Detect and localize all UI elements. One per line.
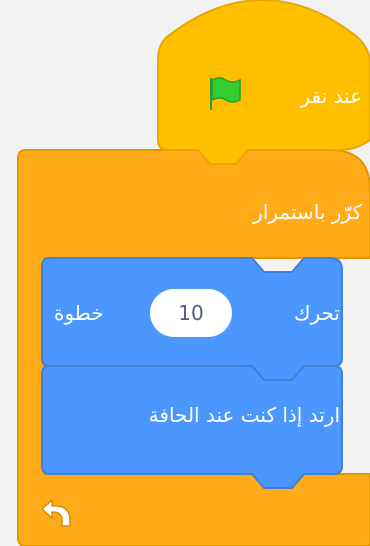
bounce-on-edge-label: ارتد إذا كنت عند الحافة <box>148 403 340 427</box>
loop-arrow-icon <box>41 499 71 527</box>
scripts-area: عند نقر كرّر باستمرار تحرك 10 خطوة ارتد … <box>0 0 370 546</box>
bounce-on-edge-block[interactable] <box>41 365 343 489</box>
move-label: تحرك <box>294 301 340 325</box>
steps-label: خطوة <box>54 301 104 325</box>
green-flag-icon <box>210 77 241 110</box>
forever-label: كرّر باستمرار <box>253 200 362 224</box>
block-stack <box>17 0 370 546</box>
when-flag-clicked-block[interactable] <box>157 0 370 165</box>
steps-input[interactable]: 10 <box>150 289 232 337</box>
when-flag-clicked-label: عند نقر <box>300 84 362 108</box>
